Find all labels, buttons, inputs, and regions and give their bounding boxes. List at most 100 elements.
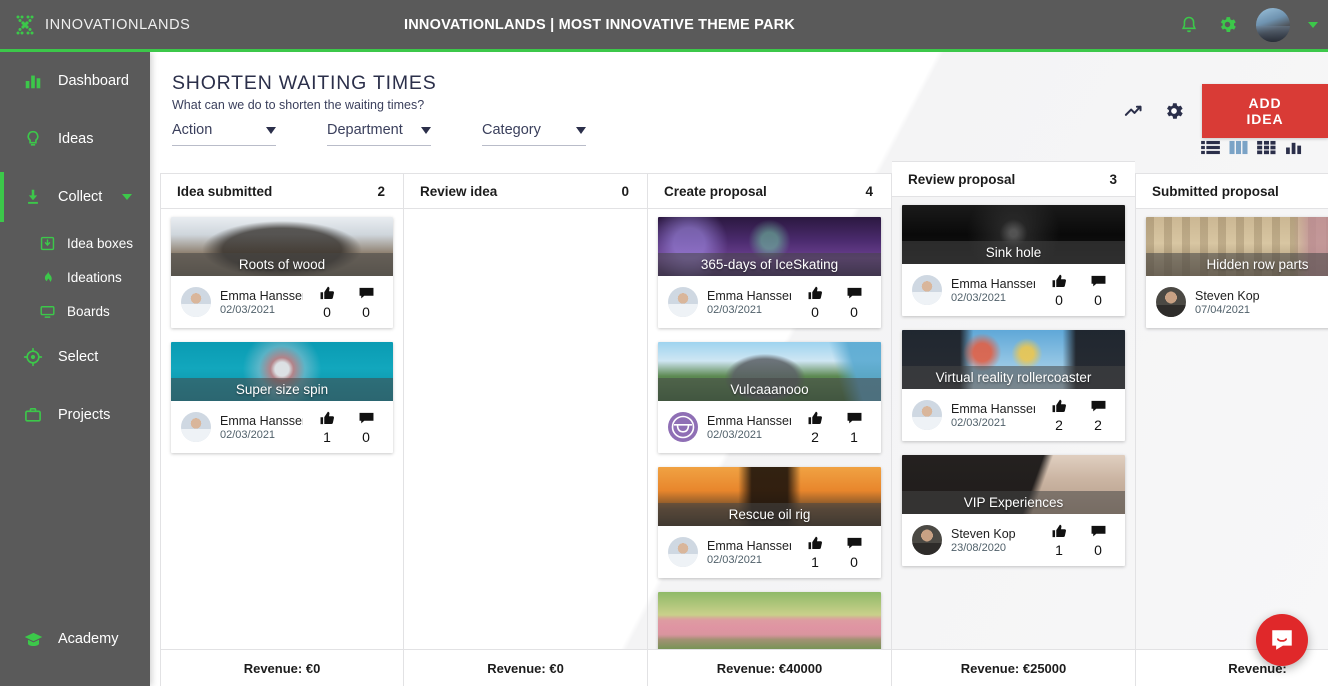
sidebar-item-academy[interactable]: Academy (0, 610, 150, 668)
column-revenue: Revenue: €0 (244, 661, 321, 676)
sidebar-item-label: Select (58, 349, 98, 365)
idea-card-clipped[interactable] (658, 592, 881, 649)
comment-count: 0 (1094, 542, 1102, 558)
sidebar-item-ideations[interactable]: Ideations (0, 260, 150, 294)
like-count: 1 (811, 554, 819, 570)
comment-count: 0 (850, 304, 858, 320)
card-date: 02/03/2021 (951, 417, 1035, 429)
grid-view-icon[interactable] (1257, 140, 1276, 155)
filter-department[interactable]: Department (327, 122, 431, 146)
filter-action[interactable]: Action (172, 122, 276, 146)
like-stat[interactable]: 2 (1044, 398, 1074, 433)
idea-card[interactable]: Hidden row parts Steven Kop 07/04/2021 2 (1146, 217, 1328, 328)
column-body[interactable]: Hidden row parts Steven Kop 07/04/2021 2 (1136, 209, 1328, 649)
comment-stat[interactable]: 0 (351, 410, 381, 445)
comment-stat[interactable]: 0 (839, 535, 869, 570)
comment-stat[interactable]: 0 (1083, 273, 1113, 308)
avatar (668, 537, 698, 567)
column-footer: Revenue: €40000 (648, 649, 891, 686)
bar-chart-icon (22, 70, 44, 92)
column-title: Create proposal (664, 184, 767, 199)
column-header: Review proposal 3 (892, 161, 1135, 197)
kanban-view-icon[interactable] (1229, 140, 1248, 155)
chart-view-icon[interactable] (1285, 140, 1304, 155)
column-revenue: Revenue: €40000 (717, 661, 823, 676)
idea-card[interactable]: Roots of wood Emma Hanssen 02/03/2021 0 (171, 217, 393, 328)
card-image: Hidden row parts (1146, 217, 1328, 276)
column-body[interactable]: 365-days of IceSkating Emma Hanssen 02/0… (648, 209, 891, 649)
avatar (668, 287, 698, 317)
like-stat[interactable]: 1 (312, 410, 342, 445)
column-body[interactable] (404, 209, 647, 649)
column-footer: Revenue: €25000 (892, 649, 1135, 686)
card-date: 02/03/2021 (707, 429, 791, 441)
column-footer: Revenue: €0 (161, 649, 403, 686)
trending-up-icon[interactable] (1123, 100, 1146, 123)
download-icon (22, 186, 44, 208)
comment-stat[interactable]: 1 (839, 410, 869, 445)
sidebar-item-select[interactable]: Select (0, 328, 150, 386)
chevron-down-icon (266, 127, 276, 134)
chevron-down-icon[interactable] (122, 194, 132, 200)
thumbs-up-icon (319, 285, 336, 302)
like-stat[interactable]: 0 (312, 285, 342, 320)
card-date: 23/08/2020 (951, 542, 1035, 554)
idea-card[interactable]: Super size spin Emma Hanssen 02/03/2021 … (171, 342, 393, 453)
like-stat[interactable]: 0 (1044, 273, 1074, 308)
gear-icon[interactable] (1217, 14, 1238, 35)
card-footer: Emma Hanssen 02/03/2021 2 2 (902, 389, 1125, 441)
column-body[interactable]: Sink hole Emma Hanssen 02/03/2021 0 (892, 197, 1135, 649)
thumbs-up-icon (807, 285, 824, 302)
like-stat[interactable]: 1 (1044, 523, 1074, 558)
top-bar-actions (1179, 8, 1328, 42)
card-image: Virtual reality rollercoaster (902, 330, 1125, 389)
filter-label: Department (327, 122, 403, 138)
sidebar: Dashboard Ideas Collect Idea boxes (0, 52, 150, 686)
kanban-board: Idea submitted 2 Roots of wood Emma Hans… (160, 173, 1328, 686)
idea-card[interactable]: 365-days of IceSkating Emma Hanssen 02/0… (658, 217, 881, 328)
monitor-icon (38, 302, 56, 320)
avatar[interactable] (1256, 8, 1290, 42)
card-title: Roots of wood (171, 253, 393, 276)
page-head: SHORTEN WAITING TIMES What can we do to … (150, 52, 1328, 146)
idea-card[interactable]: Vulcaaanooo Emma Hanssen (658, 342, 881, 453)
intercom-launcher-button[interactable] (1256, 614, 1308, 666)
comment-stat[interactable]: 2 (1083, 398, 1113, 433)
chevron-down-icon[interactable] (1308, 22, 1318, 28)
sidebar-item-idea-boxes[interactable]: Idea boxes (0, 226, 150, 260)
sidebar-item-projects[interactable]: Projects (0, 386, 150, 444)
sidebar-item-boards[interactable]: Boards (0, 294, 150, 328)
gear-icon[interactable] (1163, 100, 1185, 122)
sidebar-item-dashboard[interactable]: Dashboard (0, 52, 150, 110)
card-date: 02/03/2021 (951, 292, 1035, 304)
sidebar-item-label: Boards (67, 304, 110, 319)
idea-card[interactable]: Virtual reality rollercoaster Emma Hanss… (902, 330, 1125, 441)
like-count: 0 (811, 304, 819, 320)
idea-card[interactable]: Sink hole Emma Hanssen 02/03/2021 0 (902, 205, 1125, 316)
comment-stat[interactable]: 0 (1083, 523, 1113, 558)
sidebar-item-collect[interactable]: Collect (0, 168, 150, 226)
list-view-icon[interactable] (1201, 140, 1220, 155)
filter-category[interactable]: Category (482, 122, 586, 146)
brand[interactable]: INNOVATIONLANDS (0, 14, 150, 36)
card-footer: Steven Kop 07/04/2021 2 (1146, 276, 1328, 328)
comment-stat[interactable]: 0 (351, 285, 381, 320)
like-stat[interactable]: 2 (800, 410, 830, 445)
like-count: 2 (1055, 417, 1063, 433)
comment-icon (358, 410, 375, 427)
comment-icon (846, 285, 863, 302)
comment-count: 0 (850, 554, 858, 570)
like-stat[interactable]: 0 (800, 285, 830, 320)
like-stat[interactable]: 1 (800, 535, 830, 570)
idea-card[interactable]: Rescue oil rig Emma Hanssen 02/03/2021 1 (658, 467, 881, 578)
card-date: 02/03/2021 (220, 304, 303, 316)
add-idea-button[interactable]: ADD IDEA (1202, 84, 1328, 138)
column-body[interactable]: Roots of wood Emma Hanssen 02/03/2021 0 (161, 209, 403, 649)
page-actions: ADD IDEA (1123, 84, 1328, 138)
idea-card[interactable]: VIP Experiences Steven Kop 23/08/2020 1 (902, 455, 1125, 566)
sidebar-item-ideas[interactable]: Ideas (0, 110, 150, 168)
bell-icon[interactable] (1179, 15, 1199, 35)
comment-count: 0 (362, 429, 370, 445)
comment-stat[interactable]: 0 (839, 285, 869, 320)
card-author: Steven Kop (1195, 289, 1318, 303)
